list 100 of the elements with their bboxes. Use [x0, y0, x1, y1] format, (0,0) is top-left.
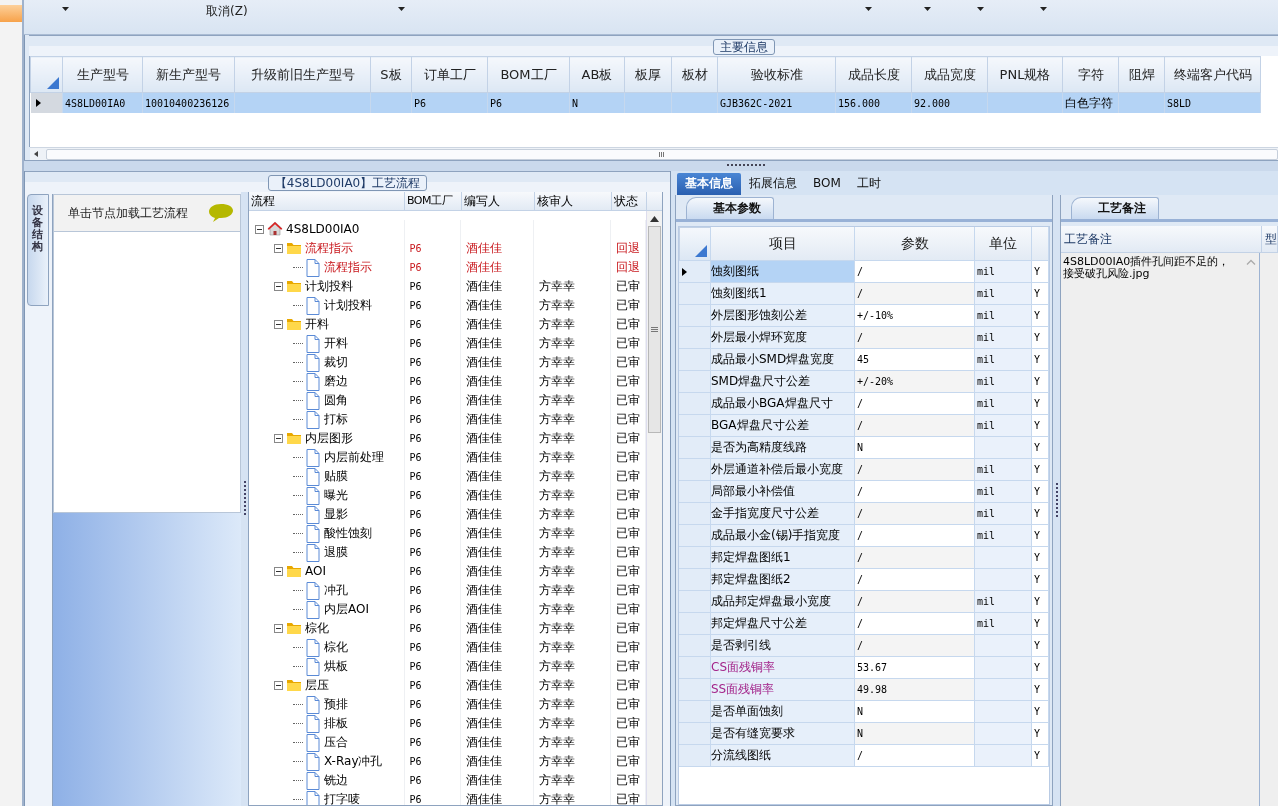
- tree-node[interactable]: 酸性蚀刻: [324, 524, 372, 543]
- tab[interactable]: 拓展信息: [741, 173, 805, 195]
- document-icon: [305, 638, 321, 657]
- expander-icon[interactable]: [274, 567, 283, 576]
- table-cell: /: [855, 415, 975, 437]
- tree-node[interactable]: 预排: [324, 695, 348, 714]
- tree-node[interactable]: 流程指示: [324, 258, 372, 277]
- document-icon: [305, 505, 321, 524]
- column-header[interactable]: 阻焊: [1118, 56, 1165, 93]
- tree-node[interactable]: 开料: [324, 334, 348, 353]
- tree-node[interactable]: 4S8LD00IA0: [286, 220, 360, 239]
- tree-node[interactable]: AOI: [305, 562, 326, 581]
- tree-node[interactable]: 贴膜: [324, 467, 348, 486]
- splitter-grip-icon[interactable]: [243, 481, 246, 517]
- column-header[interactable]: 型: [1262, 226, 1278, 252]
- column-header[interactable]: AB板: [569, 56, 625, 93]
- table-cell: Y: [1032, 437, 1049, 459]
- expander-icon[interactable]: [274, 244, 283, 253]
- column-header[interactable]: 板厚: [624, 56, 672, 93]
- column-header[interactable]: BOM工厂: [487, 56, 570, 93]
- tree-node[interactable]: 打标: [324, 410, 348, 429]
- row-indicator[interactable]: [30, 92, 63, 113]
- tree-node[interactable]: 铣边: [324, 771, 348, 790]
- tree-node[interactable]: 棕化: [324, 638, 348, 657]
- expander-icon[interactable]: [255, 225, 264, 234]
- column-header[interactable]: 终端客户代码: [1164, 56, 1261, 93]
- tree-node[interactable]: 磨边: [324, 372, 348, 391]
- table-cell: P6: [409, 566, 422, 577]
- scroll-up-icon[interactable]: [650, 216, 659, 222]
- cancel-menu[interactable]: 取消(Z): [206, 4, 248, 18]
- tree-node[interactable]: 棕化: [305, 619, 329, 638]
- tree-node[interactable]: 裁切: [324, 353, 348, 372]
- tree-node[interactable]: 圆角: [324, 391, 348, 410]
- expander-icon[interactable]: [274, 434, 283, 443]
- nav-item[interactable]: [0, 5, 22, 22]
- hint-text: 单击节点加载工艺流程: [68, 204, 188, 222]
- splitter-grip-icon[interactable]: [1055, 482, 1058, 519]
- table-cell: 已审: [616, 317, 641, 331]
- column-header[interactable]: 流程: [249, 192, 405, 210]
- table-cell: 酒佳佳: [466, 355, 503, 369]
- dropdown-caret-icon[interactable]: [923, 7, 931, 11]
- column-header[interactable]: 验收标准: [717, 56, 836, 93]
- tab[interactable]: 基本信息: [677, 173, 741, 195]
- column-header[interactable]: 新生产型号: [142, 56, 235, 93]
- tree-node[interactable]: 内层图形: [305, 429, 353, 448]
- tree-node[interactable]: 排板: [324, 714, 348, 733]
- tree-node[interactable]: 计划投料: [324, 296, 372, 315]
- scrollbar-thumb[interactable]: [648, 226, 661, 433]
- column-header[interactable]: 升级前旧生产型号: [234, 56, 371, 93]
- expander-icon[interactable]: [274, 681, 283, 690]
- column-header[interactable]: 生产型号: [62, 56, 143, 93]
- tree-node[interactable]: 开料: [305, 315, 329, 334]
- column-header[interactable]: 成品宽度: [911, 56, 988, 93]
- table-cell: 已审: [616, 640, 641, 654]
- table-cell: P6: [409, 661, 422, 672]
- tree-node[interactable]: 计划投料: [305, 277, 353, 296]
- table-cell: 已审: [616, 431, 641, 445]
- tree-node[interactable]: 流程指示: [305, 239, 353, 258]
- table-cell: Y: [1032, 723, 1049, 745]
- column-header[interactable]: BOM工厂: [405, 192, 462, 210]
- vertical-tab[interactable]: 设备结构: [27, 194, 49, 306]
- tree-node[interactable]: 显影: [324, 505, 348, 524]
- column-header[interactable]: 状态: [612, 192, 647, 210]
- column-header[interactable]: 订单工厂: [411, 56, 488, 93]
- column-header[interactable]: 核审人: [535, 192, 612, 210]
- tree-node[interactable]: 烘板: [324, 657, 348, 676]
- column-header[interactable]: 成品长度: [835, 56, 912, 93]
- table-cell: 酒佳佳: [466, 279, 503, 293]
- section-tab[interactable]: 工艺备注: [1071, 197, 1159, 219]
- table-cell: 已审: [616, 393, 641, 407]
- column-header[interactable]: S板: [370, 56, 412, 93]
- column-header[interactable]: 字符: [1062, 56, 1119, 93]
- column-header[interactable]: 工艺备注: [1061, 226, 1262, 252]
- dropdown-caret-icon[interactable]: [397, 7, 405, 11]
- dropdown-caret-icon[interactable]: [62, 7, 69, 11]
- tree-node[interactable]: 冲孔: [324, 581, 348, 600]
- tab[interactable]: 工时: [848, 173, 889, 195]
- column-header[interactable]: 板材: [671, 56, 718, 93]
- tree-node[interactable]: 内层AOI: [324, 600, 369, 619]
- expander-icon[interactable]: [274, 624, 283, 633]
- tree-node[interactable]: 压合: [324, 733, 348, 752]
- tree-node[interactable]: 层压: [305, 676, 329, 695]
- dropdown-caret-icon[interactable]: [864, 7, 872, 11]
- expander-icon[interactable]: [274, 320, 283, 329]
- tree-node[interactable]: 曝光: [324, 486, 348, 505]
- table-cell: P6: [409, 547, 422, 558]
- document-icon: [305, 391, 321, 410]
- tree-node[interactable]: 退膜: [324, 543, 348, 562]
- vertical-scrollbar[interactable]: [646, 211, 662, 805]
- column-header[interactable]: PNL规格: [987, 56, 1063, 93]
- row-indicator[interactable]: [679, 261, 711, 283]
- column-header[interactable]: 编写人: [462, 192, 535, 210]
- tree-node[interactable]: 打字唛: [324, 790, 360, 805]
- tree-node[interactable]: 内层前处理: [324, 448, 384, 467]
- dropdown-caret-icon[interactable]: [1039, 7, 1047, 11]
- section-tab[interactable]: 基本参数: [686, 197, 774, 219]
- dropdown-caret-icon[interactable]: [976, 7, 984, 11]
- expander-icon[interactable]: [274, 282, 283, 291]
- tab[interactable]: BOM: [805, 173, 849, 195]
- tree-node[interactable]: X-Ray冲孔: [324, 752, 383, 771]
